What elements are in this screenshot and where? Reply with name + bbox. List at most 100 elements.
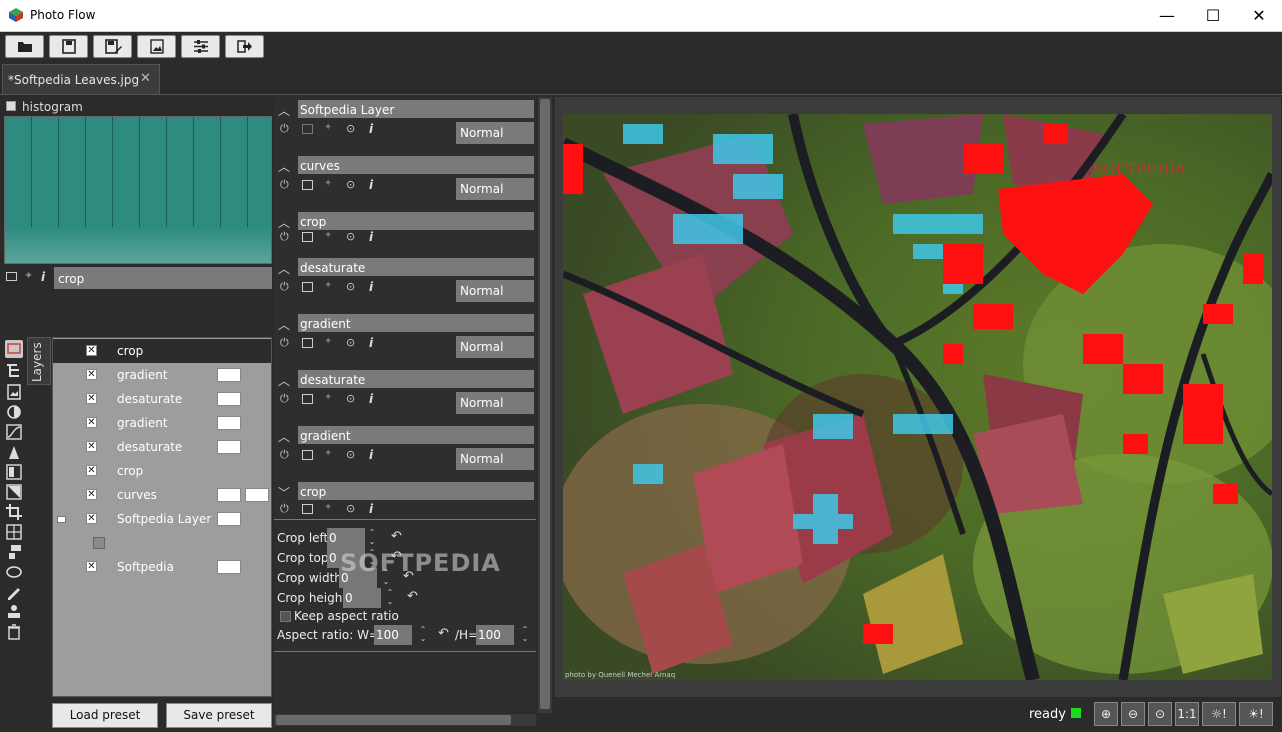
power-icon[interactable]: ⏻: [280, 336, 292, 349]
layer-row-curves[interactable]: ✕ curves: [53, 483, 271, 507]
layer-row-desaturate[interactable]: ✕ desaturate: [53, 435, 271, 459]
image-layer-icon[interactable]: [5, 383, 23, 401]
chevron-up-icon[interactable]: ︿: [278, 214, 290, 231]
pin-icon[interactable]: ✦: [324, 392, 336, 404]
desaturate-icon[interactable]: [5, 483, 23, 501]
pin-icon[interactable]: ✦: [324, 122, 336, 134]
mask-icon[interactable]: [302, 394, 313, 404]
pin-icon[interactable]: ✦: [324, 178, 336, 190]
keep-aspect-checkbox[interactable]: [280, 611, 291, 622]
curves-icon[interactable]: [5, 423, 23, 441]
save-preset-button[interactable]: Save preset: [166, 703, 272, 728]
color-icon[interactable]: [5, 443, 23, 461]
blend-mode-select[interactable]: Normal: [456, 448, 534, 470]
zoom-1to1-button[interactable]: 1:1: [1175, 702, 1199, 726]
crop-height-stepper[interactable]: ⌃ ⌄: [385, 588, 395, 608]
exit-button[interactable]: [225, 35, 264, 58]
chevron-up-icon[interactable]: ︿: [278, 158, 290, 175]
layer-row-empty[interactable]: [53, 531, 271, 555]
info-icon[interactable]: i: [369, 280, 381, 294]
reset-icon[interactable]: ⊙: [346, 448, 358, 461]
pin-icon[interactable]: ✦: [324, 230, 336, 242]
layer-visible-checkbox[interactable]: ✕: [86, 345, 97, 356]
blend-mode-select[interactable]: Normal: [456, 336, 534, 358]
layer-mask-thumbnail[interactable]: [217, 416, 241, 430]
mask-icon[interactable]: [302, 450, 313, 460]
mask-icon[interactable]: [302, 338, 313, 348]
chevron-down-icon[interactable]: ﹀: [278, 484, 290, 501]
aspect-h-stepper[interactable]: ⌃ ⌄: [520, 625, 530, 645]
layer-checkbox[interactable]: [93, 537, 105, 549]
operation-name[interactable]: desaturate: [298, 258, 534, 276]
power-icon[interactable]: ⏻: [280, 280, 292, 293]
power-icon[interactable]: ⏻: [280, 502, 292, 515]
maximize-button[interactable]: ☐: [1190, 0, 1236, 31]
layers-tab[interactable]: Layers: [27, 337, 51, 385]
power-icon[interactable]: ⏻: [280, 392, 292, 405]
info-icon[interactable]: i: [369, 230, 381, 244]
layer-mask-thumbnail[interactable]: [217, 488, 241, 502]
info-icon[interactable]: i: [369, 392, 381, 406]
info-icon[interactable]: i: [41, 270, 45, 284]
aspect-w-input[interactable]: 100: [374, 625, 412, 645]
aspect-w-stepper[interactable]: ⌃ ⌄: [418, 625, 428, 645]
layer-row-crop[interactable]: ✕ crop: [53, 339, 271, 363]
operation-name[interactable]: desaturate: [298, 370, 534, 388]
pin-icon[interactable]: ✦: [24, 269, 33, 282]
power-icon[interactable]: ⏻: [280, 230, 292, 243]
pin-icon[interactable]: ✦: [324, 448, 336, 460]
layer-row-softpedia-layer[interactable]: ✕ Softpedia Layer: [53, 507, 271, 531]
mask-icon[interactable]: [302, 180, 313, 190]
tab-image[interactable]: *Softpedia Leaves.jpg ✕: [2, 64, 160, 94]
load-preset-button[interactable]: Load preset: [52, 703, 158, 728]
operations-hscrollbar[interactable]: [274, 714, 536, 726]
power-icon[interactable]: ⏻: [280, 448, 292, 461]
reset-icon[interactable]: ⊙: [346, 392, 358, 405]
layer-visible-checkbox[interactable]: ✕: [86, 561, 97, 572]
layer-mask-thumbnail[interactable]: [217, 512, 241, 526]
contrast-icon[interactable]: [5, 403, 23, 421]
settings-button[interactable]: [181, 35, 220, 58]
reset-icon[interactable]: ⊙: [346, 178, 358, 191]
tree-icon[interactable]: [5, 362, 23, 380]
crop-left-reset-icon[interactable]: ↶: [391, 529, 407, 545]
reset-icon[interactable]: ⊙: [346, 230, 358, 243]
clone-stamp-icon[interactable]: [5, 603, 23, 621]
highlight-clipping-button[interactable]: ☀!: [1239, 702, 1273, 726]
reset-icon[interactable]: ⊙: [346, 280, 358, 293]
save-as-button[interactable]: [93, 35, 132, 58]
ellipse-mask-icon[interactable]: [5, 563, 23, 581]
save-button[interactable]: [49, 35, 88, 58]
operation-name[interactable]: gradient: [298, 426, 534, 444]
layer-visible-checkbox[interactable]: ✕: [86, 417, 97, 428]
trash-icon[interactable]: [5, 623, 23, 641]
layer-row-gradient[interactable]: ✕ gradient: [53, 363, 271, 387]
info-icon[interactable]: i: [369, 448, 381, 462]
blend-mode-select[interactable]: Normal: [456, 280, 534, 302]
blend-mode-select[interactable]: Normal: [456, 392, 534, 414]
reset-icon[interactable]: ⊙: [346, 502, 358, 515]
operations-scrollbar[interactable]: [538, 97, 552, 713]
layer-visible-checkbox[interactable]: ✕: [86, 489, 97, 500]
chevron-up-icon[interactable]: ︿: [278, 316, 290, 333]
mask-icon[interactable]: [302, 282, 313, 292]
minimize-button[interactable]: —: [1144, 0, 1190, 31]
chevron-up-icon[interactable]: ︿: [278, 102, 290, 119]
gradient-icon[interactable]: [5, 463, 23, 481]
layer-mask-thumbnail[interactable]: [217, 440, 241, 454]
blend-mode-select[interactable]: Normal: [456, 178, 534, 200]
layer-mask-thumbnail[interactable]: [245, 488, 269, 502]
pin-icon[interactable]: ✦: [324, 502, 336, 514]
layer-visible-checkbox[interactable]: ✕: [86, 465, 97, 476]
layer-visible-checkbox[interactable]: ✕: [86, 393, 97, 404]
power-icon[interactable]: ⏻: [280, 178, 292, 191]
paint-icon[interactable]: [5, 543, 23, 561]
info-icon[interactable]: i: [369, 122, 381, 136]
crop-left-input[interactable]: 0: [327, 528, 365, 548]
info-icon[interactable]: i: [369, 502, 381, 516]
operation-name[interactable]: crop: [298, 212, 534, 230]
zoom-fit-button[interactable]: ⊙: [1148, 702, 1172, 726]
transform-icon[interactable]: [5, 523, 23, 541]
pin-icon[interactable]: ✦: [324, 280, 336, 292]
close-button[interactable]: ✕: [1236, 0, 1282, 31]
